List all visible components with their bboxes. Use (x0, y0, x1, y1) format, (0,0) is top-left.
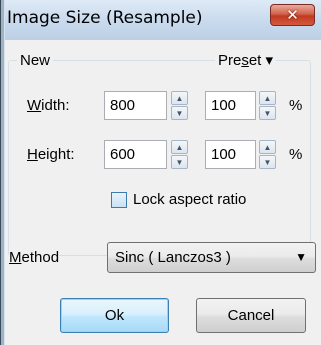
group-label-new: New (17, 52, 54, 70)
height-label: Height: (27, 146, 75, 164)
lock-aspect-checkbox[interactable] (111, 192, 127, 208)
preset-label-part1: Pre (218, 52, 242, 69)
width-label-mnemonic: W (27, 97, 42, 114)
dialog-title: Image Size (Resample) (7, 8, 203, 28)
method-label-rest: ethod (21, 249, 60, 266)
height-percent-input[interactable]: 100 (205, 140, 256, 169)
height-percent-spinner[interactable]: ▲ ▼ (259, 140, 276, 169)
method-selected-value: Sinc ( Lanczos3 ) (115, 249, 231, 266)
width-label-rest: idth: (41, 97, 70, 114)
width-percent-input[interactable]: 100 (205, 91, 256, 120)
method-label: Method (9, 249, 60, 267)
cancel-button[interactable]: Cancel (196, 298, 306, 333)
width-label: Width: (27, 97, 70, 115)
width-pixels-spinner[interactable]: ▲ ▼ (171, 91, 188, 120)
spin-up-icon[interactable]: ▲ (171, 91, 188, 105)
preset-label-part2: et (248, 52, 262, 69)
height-pixels-spinner[interactable]: ▲ ▼ (171, 140, 188, 169)
title-bar[interactable]: Image Size (Resample) ✕ (5, 0, 321, 40)
width-pixels-input[interactable]: 800 (104, 91, 167, 120)
height-label-mnemonic: H (27, 146, 38, 163)
height-percent-sign: % (289, 146, 303, 163)
spin-down-icon[interactable]: ▼ (171, 155, 188, 169)
preset-label-mnemonic: s (241, 52, 249, 69)
dialog-client-area: New Preset ▾ Width: 800 ▲ ▼ 100 ▲ ▼ % He… (5, 40, 321, 345)
method-label-mnemonic: M (9, 249, 22, 266)
close-button[interactable]: ✕ (270, 4, 315, 26)
method-select[interactable]: Sinc ( Lanczos3 ) ▼ (107, 242, 316, 273)
spin-up-icon[interactable]: ▲ (171, 140, 188, 154)
spin-up-icon[interactable]: ▲ (259, 140, 276, 154)
width-percent-spinner[interactable]: ▲ ▼ (259, 91, 276, 120)
image-size-dialog: Image Size (Resample) ✕ New Preset ▾ Wid… (5, 0, 321, 345)
height-pixels-input[interactable]: 600 (104, 140, 167, 169)
preset-menu[interactable]: Preset ▾ (215, 52, 277, 70)
spin-down-icon[interactable]: ▼ (259, 106, 276, 120)
close-icon: ✕ (286, 6, 299, 24)
width-percent-sign: % (289, 97, 303, 114)
spin-down-icon[interactable]: ▼ (171, 106, 188, 120)
chevron-down-icon: ▾ (265, 52, 274, 69)
dropdown-arrow-icon: ▼ (295, 250, 307, 264)
spin-up-icon[interactable]: ▲ (259, 91, 276, 105)
lock-aspect-label[interactable]: Lock aspect ratio (133, 191, 247, 209)
height-label-rest: eight: (37, 146, 75, 163)
ok-button[interactable]: Ok (60, 298, 169, 333)
spin-down-icon[interactable]: ▼ (259, 155, 276, 169)
